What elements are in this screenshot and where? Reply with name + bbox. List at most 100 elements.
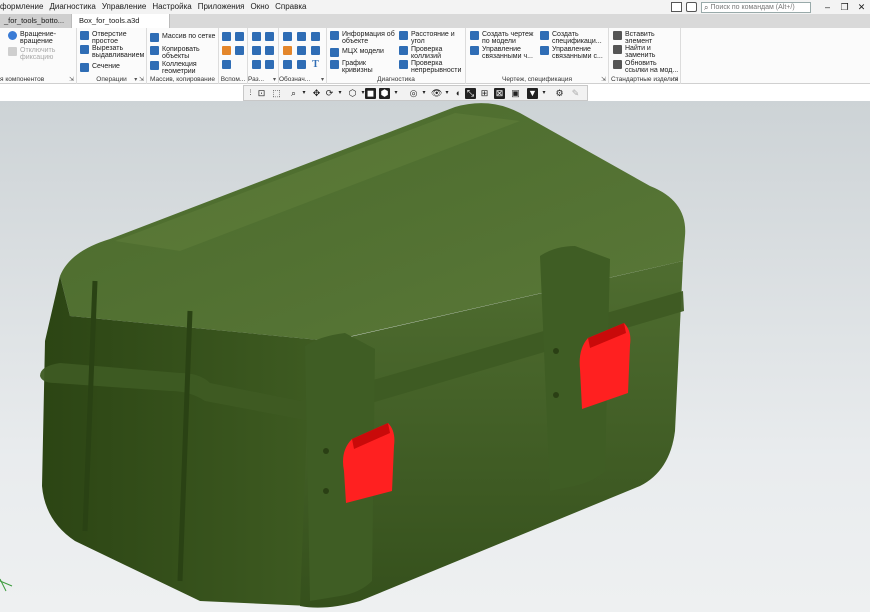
curvature-graph-button[interactable]: График кривизны — [330, 60, 373, 74]
menu-item-manage[interactable]: Управление — [99, 0, 149, 14]
point-icon[interactable] — [222, 46, 231, 55]
angle-dimension-icon[interactable] — [252, 46, 261, 55]
create-spec-button[interactable]: Создать спецификаци... — [540, 31, 602, 45]
window-layout-icon[interactable] — [671, 2, 682, 12]
expand-icon[interactable]: ⇲ — [69, 76, 74, 83]
copy-objects-button[interactable]: Копировать объекты — [150, 46, 200, 60]
update-links-button[interactable]: Обновить ссылки на мод... — [613, 60, 678, 74]
section-view-icon[interactable]: ◐ — [453, 88, 464, 99]
text-icon[interactable]: T — [311, 60, 320, 70]
group-label: Вспом... — [220, 76, 246, 83]
geometry-collection-button[interactable]: Коллекция геометрии — [150, 61, 197, 75]
tolerance-icon[interactable] — [297, 46, 306, 55]
perspective-icon[interactable]: ⤡ — [465, 88, 476, 99]
zoom-dropdown-icon[interactable]: ▾ — [301, 88, 307, 99]
menu-item-design[interactable]: формление — [0, 0, 46, 14]
properties-icon[interactable]: ⚙ — [554, 88, 565, 99]
menu-item-help[interactable]: Справка — [272, 0, 309, 14]
plane-icon[interactable] — [222, 32, 231, 41]
coordinate-axes-icon — [0, 578, 13, 592]
weld-icon[interactable] — [283, 46, 292, 55]
collision-check-button[interactable]: Проверка коллизий — [399, 46, 442, 60]
insert-element-button[interactable]: Вставить элемент — [613, 31, 655, 45]
filter-dropdown-icon[interactable]: ▾ — [541, 88, 547, 99]
rotate-dropdown-icon[interactable]: ▾ — [337, 88, 343, 99]
expand-icon[interactable]: ⇲ — [601, 76, 606, 83]
hide-show-icon[interactable]: 👁 — [431, 88, 442, 99]
shaded-display-icon[interactable]: ⬢ — [379, 88, 390, 99]
view-icon[interactable]: ⬡ — [347, 88, 358, 99]
create-drawing-button[interactable]: Создать чертеж по модели — [470, 31, 533, 45]
measure-icon[interactable]: ✎ — [570, 88, 581, 99]
hide-dropdown-icon[interactable]: ▾ — [444, 88, 450, 99]
position-icon[interactable] — [283, 60, 292, 69]
dropdown-icon[interactable]: ▾ — [321, 76, 324, 83]
tab-label: Box_for_tools.a3d — [79, 16, 140, 25]
simple-hole-button[interactable]: Отверстие простое — [80, 31, 127, 45]
create-drawing-icon — [470, 31, 479, 40]
dimension-icon[interactable] — [252, 32, 261, 41]
linear-dimension-icon[interactable] — [252, 60, 261, 69]
dropdown-icon[interactable]: ▾ — [273, 76, 276, 83]
render-icon[interactable]: ▣ — [510, 88, 521, 99]
tab-box-for-tools[interactable]: Box_for_tools.a3d ✕ — [72, 14, 170, 28]
rotate-view-icon[interactable]: ⟳ — [324, 88, 335, 99]
menu-item-applications[interactable]: Приложения — [195, 0, 248, 14]
curvature-graph-label: График кривизны — [342, 60, 373, 74]
menu-item-settings[interactable]: Настройка — [149, 0, 194, 14]
radial-dimension-icon[interactable] — [265, 32, 274, 41]
model-canvas — [0, 103, 686, 608]
find-replace-button[interactable]: Найти и заменить — [613, 45, 655, 59]
cut-extrude-label: Вырезать выдавливанием — [92, 45, 145, 59]
manage-spec-button[interactable]: Управление связанными с... — [540, 46, 603, 60]
command-search-input[interactable]: ⌕ Поиск по командам (Alt+/) — [701, 1, 811, 13]
display-dropdown-icon[interactable]: ▾ — [393, 88, 399, 99]
tab-box-bottom[interactable]: _for_tools_botto... — [0, 14, 72, 28]
curvature-graph-icon — [330, 60, 339, 69]
menu-item-diagnostics[interactable]: Диагностика — [46, 0, 98, 14]
line-icon[interactable] — [222, 60, 231, 69]
cube-view-icon[interactable]: ◼ — [365, 88, 376, 99]
pan-icon[interactable]: ✥ — [311, 88, 322, 99]
group-standard-parts: Вставить элемент Найти и заменить Обнови… — [609, 28, 681, 84]
manage-drawings-button[interactable]: Управление связанными ч... — [470, 46, 533, 60]
continuity-check-button[interactable]: Проверка непрерывности — [399, 60, 461, 74]
axis-icon[interactable] — [235, 32, 244, 41]
section-button[interactable]: Сечение — [80, 63, 120, 72]
mass-properties-button[interactable]: МЦХ модели — [330, 48, 384, 57]
roughness-icon[interactable] — [311, 32, 320, 41]
restore-button[interactable]: ❐ — [836, 0, 853, 14]
chain-dimension-icon[interactable] — [265, 60, 274, 69]
visibility-dropdown-icon[interactable]: ▾ — [421, 88, 427, 99]
leader-icon[interactable] — [283, 32, 292, 41]
screenshot-icon[interactable] — [686, 2, 697, 12]
rotate-button[interactable]: Вращение- вращение — [8, 31, 56, 45]
cut-extrude-button[interactable]: Вырезать выдавливанием — [80, 45, 144, 59]
grid-array-icon — [150, 33, 159, 42]
visibility-icon[interactable]: ◎ — [408, 88, 419, 99]
mark-icon[interactable] — [297, 60, 306, 69]
menu-item-window[interactable]: Окно — [248, 0, 273, 14]
normal-to-icon[interactable]: ⬚ — [271, 88, 282, 99]
object-info-button[interactable]: Информация об объекте — [330, 31, 395, 45]
base-icon[interactable] — [297, 32, 306, 41]
filter-icon[interactable]: ▼ — [527, 88, 538, 99]
update-links-icon — [613, 60, 622, 69]
dropdown-icon[interactable]: ▾ ⇲ — [134, 76, 144, 83]
frame-icon[interactable]: ⊞ — [479, 88, 490, 99]
close-button[interactable]: ✕ — [853, 0, 870, 14]
marking-icon[interactable] — [311, 46, 320, 55]
orientation-icon[interactable]: ⊡ — [256, 88, 267, 99]
diameter-dimension-icon[interactable] — [265, 46, 274, 55]
snapshot-icon[interactable]: ⊠ — [494, 88, 505, 99]
grid-array-button[interactable]: Массив по сетке — [150, 33, 215, 42]
minimize-button[interactable]: – — [819, 0, 836, 14]
distance-angle-button[interactable]: Расстояние и угол — [399, 31, 455, 45]
model-viewport[interactable] — [0, 101, 870, 612]
lcs-icon[interactable] — [235, 46, 244, 55]
zoom-icon[interactable]: ⌕ — [288, 88, 299, 99]
unfix-button[interactable]: Отключить фиксацию — [8, 47, 55, 61]
toolbar-grip-icon: ⋮ — [247, 90, 254, 96]
expand-icon[interactable]: ⇲ — [673, 76, 678, 83]
group-label: Массив, копирование — [149, 76, 216, 83]
